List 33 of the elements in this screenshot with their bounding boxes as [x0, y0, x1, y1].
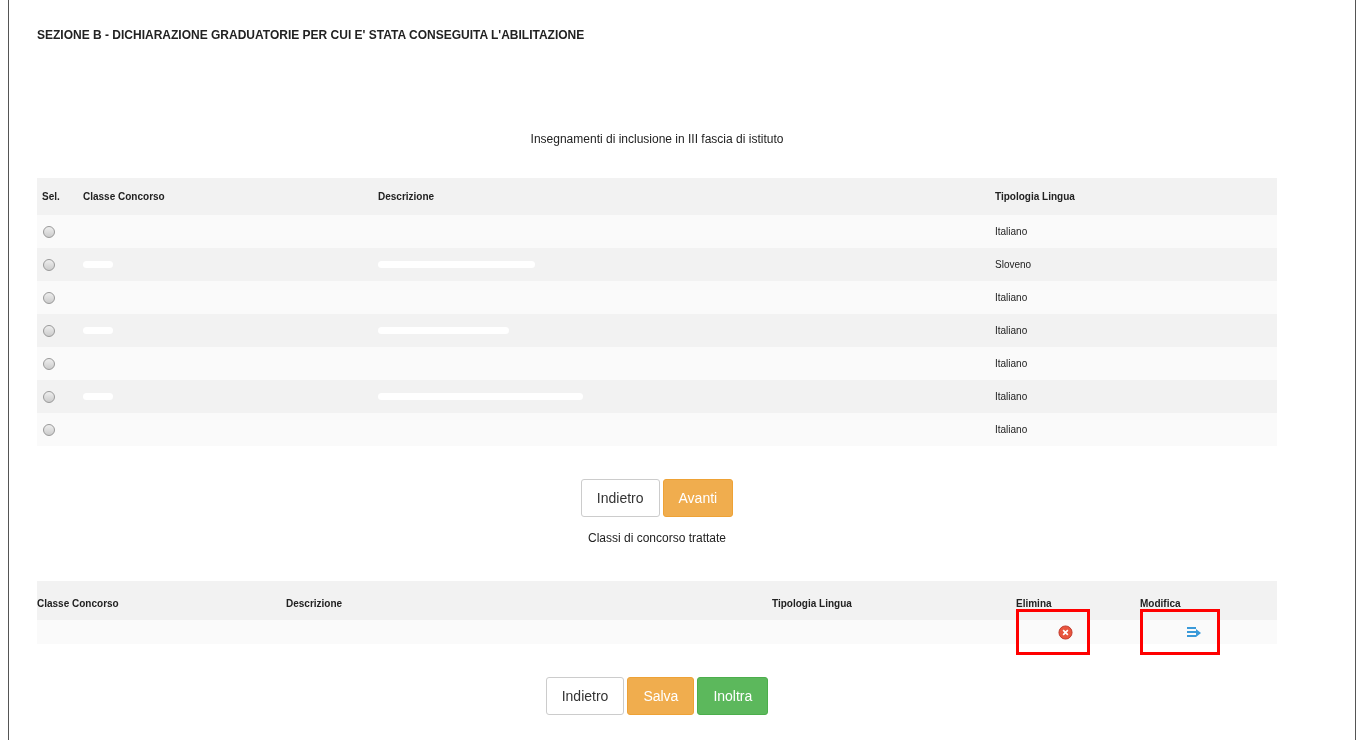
table-cell-text: Italiano	[994, 325, 1029, 336]
column-header: Descrizione	[377, 191, 436, 202]
delete-icon[interactable]	[1058, 624, 1073, 640]
table-cell-text: Sloveno	[994, 259, 1033, 270]
table-cell-text: Italiano	[994, 391, 1029, 402]
radio-button[interactable]	[43, 225, 55, 238]
table-cell-text: Italiano	[994, 292, 1029, 303]
column-header: Sel.	[41, 191, 61, 202]
radio-button[interactable]	[43, 390, 55, 403]
radio-button[interactable]	[43, 423, 55, 436]
column-header: Descrizione	[286, 598, 344, 609]
table-cell-text: Italiano	[994, 424, 1029, 435]
column-header: Classe Concorso	[37, 598, 120, 609]
table-caption: Insegnamenti di inclusione in III fascia di istituto	[529, 132, 785, 146]
radio-button[interactable]	[43, 258, 55, 271]
nav-button[interactable]: Indietro	[580, 479, 660, 517]
radio-button[interactable]	[43, 324, 55, 337]
nav-button[interactable]: Inoltra	[697, 677, 769, 715]
column-header: Classe Concorso	[82, 191, 166, 202]
column-header: Elimina	[1016, 598, 1053, 609]
column-header: Tipologia Lingua	[772, 598, 853, 609]
nav-button[interactable]: Indietro	[545, 677, 625, 715]
radio-button[interactable]	[43, 357, 55, 370]
table-cell-text: Italiano	[994, 226, 1029, 237]
table-cell-text: Italiano	[994, 358, 1029, 369]
column-header: Tipologia Lingua	[994, 191, 1076, 202]
column-header: Modifica	[1140, 598, 1182, 609]
table-caption: Classi di concorso trattate	[586, 531, 728, 545]
edit-icon[interactable]	[1187, 625, 1201, 639]
nav-button[interactable]: Salva	[627, 677, 695, 715]
nav-button[interactable]: Avanti	[662, 479, 734, 517]
radio-button[interactable]	[43, 291, 55, 304]
section-title: SEZIONE B - DICHIARAZIONE GRADUATORIE PER CUI E' STATA CONSEGUITA L'ABILITAZIONE	[37, 28, 586, 42]
